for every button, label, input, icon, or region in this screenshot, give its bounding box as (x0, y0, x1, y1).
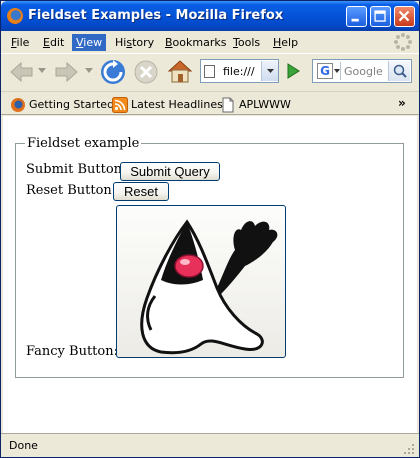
menu-file[interactable]: File (7, 34, 33, 51)
search-box[interactable]: G Google (312, 59, 412, 83)
maximize-button[interactable] (370, 6, 391, 27)
page-icon (204, 65, 215, 78)
submit-label: Submit Button: (26, 162, 127, 177)
submit-query-button[interactable]: Submit Query (120, 162, 220, 181)
search-button[interactable] (388, 61, 410, 81)
address-input[interactable]: file:/// (223, 65, 255, 78)
fancy-label: Fancy Button: (26, 344, 118, 359)
forward-arrow-icon[interactable] (53, 60, 79, 84)
chevron-down-icon (334, 69, 340, 73)
reset-label: Reset Button: (26, 183, 117, 198)
menu-view[interactable]: View (72, 34, 107, 51)
minimize-button[interactable] (346, 6, 367, 27)
bookmarks-toolbar: Getting Started Latest Headlines APLWWW … (1, 91, 419, 115)
page-content: Fieldset example Submit Button: Submit Q… (3, 116, 417, 433)
menu-tools[interactable]: Tools (229, 34, 264, 51)
reset-button[interactable]: Reset (113, 182, 169, 201)
maximize-icon (374, 10, 386, 22)
menu-bar: File Edit View History Bookmarks Tools H… (1, 31, 419, 53)
go-arrow-icon[interactable] (284, 62, 302, 80)
rss-feed-icon (112, 97, 128, 113)
bookmarks-overflow-chevron-icon[interactable]: » (398, 96, 406, 110)
resize-grip-icon[interactable] (403, 443, 415, 455)
duke-mascot-icon (140, 219, 278, 355)
close-button[interactable] (394, 6, 415, 27)
back-dropdown-icon[interactable] (38, 68, 46, 74)
firefox-icon (7, 8, 23, 24)
fancy-button[interactable] (116, 205, 286, 358)
throbber-icon (394, 33, 412, 51)
close-icon (398, 10, 410, 22)
magnifier-icon (393, 64, 407, 78)
back-arrow-icon[interactable] (9, 60, 35, 84)
menu-bookmarks[interactable]: Bookmarks (161, 34, 230, 51)
title-bar[interactable]: Fieldset Examples - Mozilla Firefox (1, 1, 419, 31)
minimize-icon (351, 18, 359, 22)
google-icon: G (317, 63, 333, 79)
menu-edit[interactable]: Edit (39, 34, 68, 51)
status-bar: Done (1, 433, 419, 457)
menu-history[interactable]: History (111, 34, 158, 51)
chevron-down-icon (267, 69, 274, 73)
home-icon[interactable] (166, 58, 194, 84)
menu-help[interactable]: Help (269, 34, 302, 51)
search-input[interactable]: Google (344, 65, 383, 78)
forward-dropdown-icon[interactable] (85, 68, 93, 74)
address-dropdown-button[interactable] (261, 61, 278, 81)
reload-icon[interactable] (99, 58, 127, 86)
fieldset: Fieldset example Submit Button: Submit Q… (15, 136, 404, 378)
status-text: Done (9, 439, 38, 452)
search-engine-selector[interactable]: G (315, 62, 341, 80)
firefox-icon (11, 98, 25, 112)
stop-icon[interactable] (133, 59, 159, 85)
fieldset-legend: Fieldset example (25, 136, 142, 151)
browser-window: Fieldset Examples - Mozilla Firefox File… (0, 0, 420, 458)
page-icon (222, 97, 234, 113)
window-title: Fieldset Examples - Mozilla Firefox (28, 8, 284, 23)
address-bar[interactable]: file:/// (200, 59, 279, 83)
